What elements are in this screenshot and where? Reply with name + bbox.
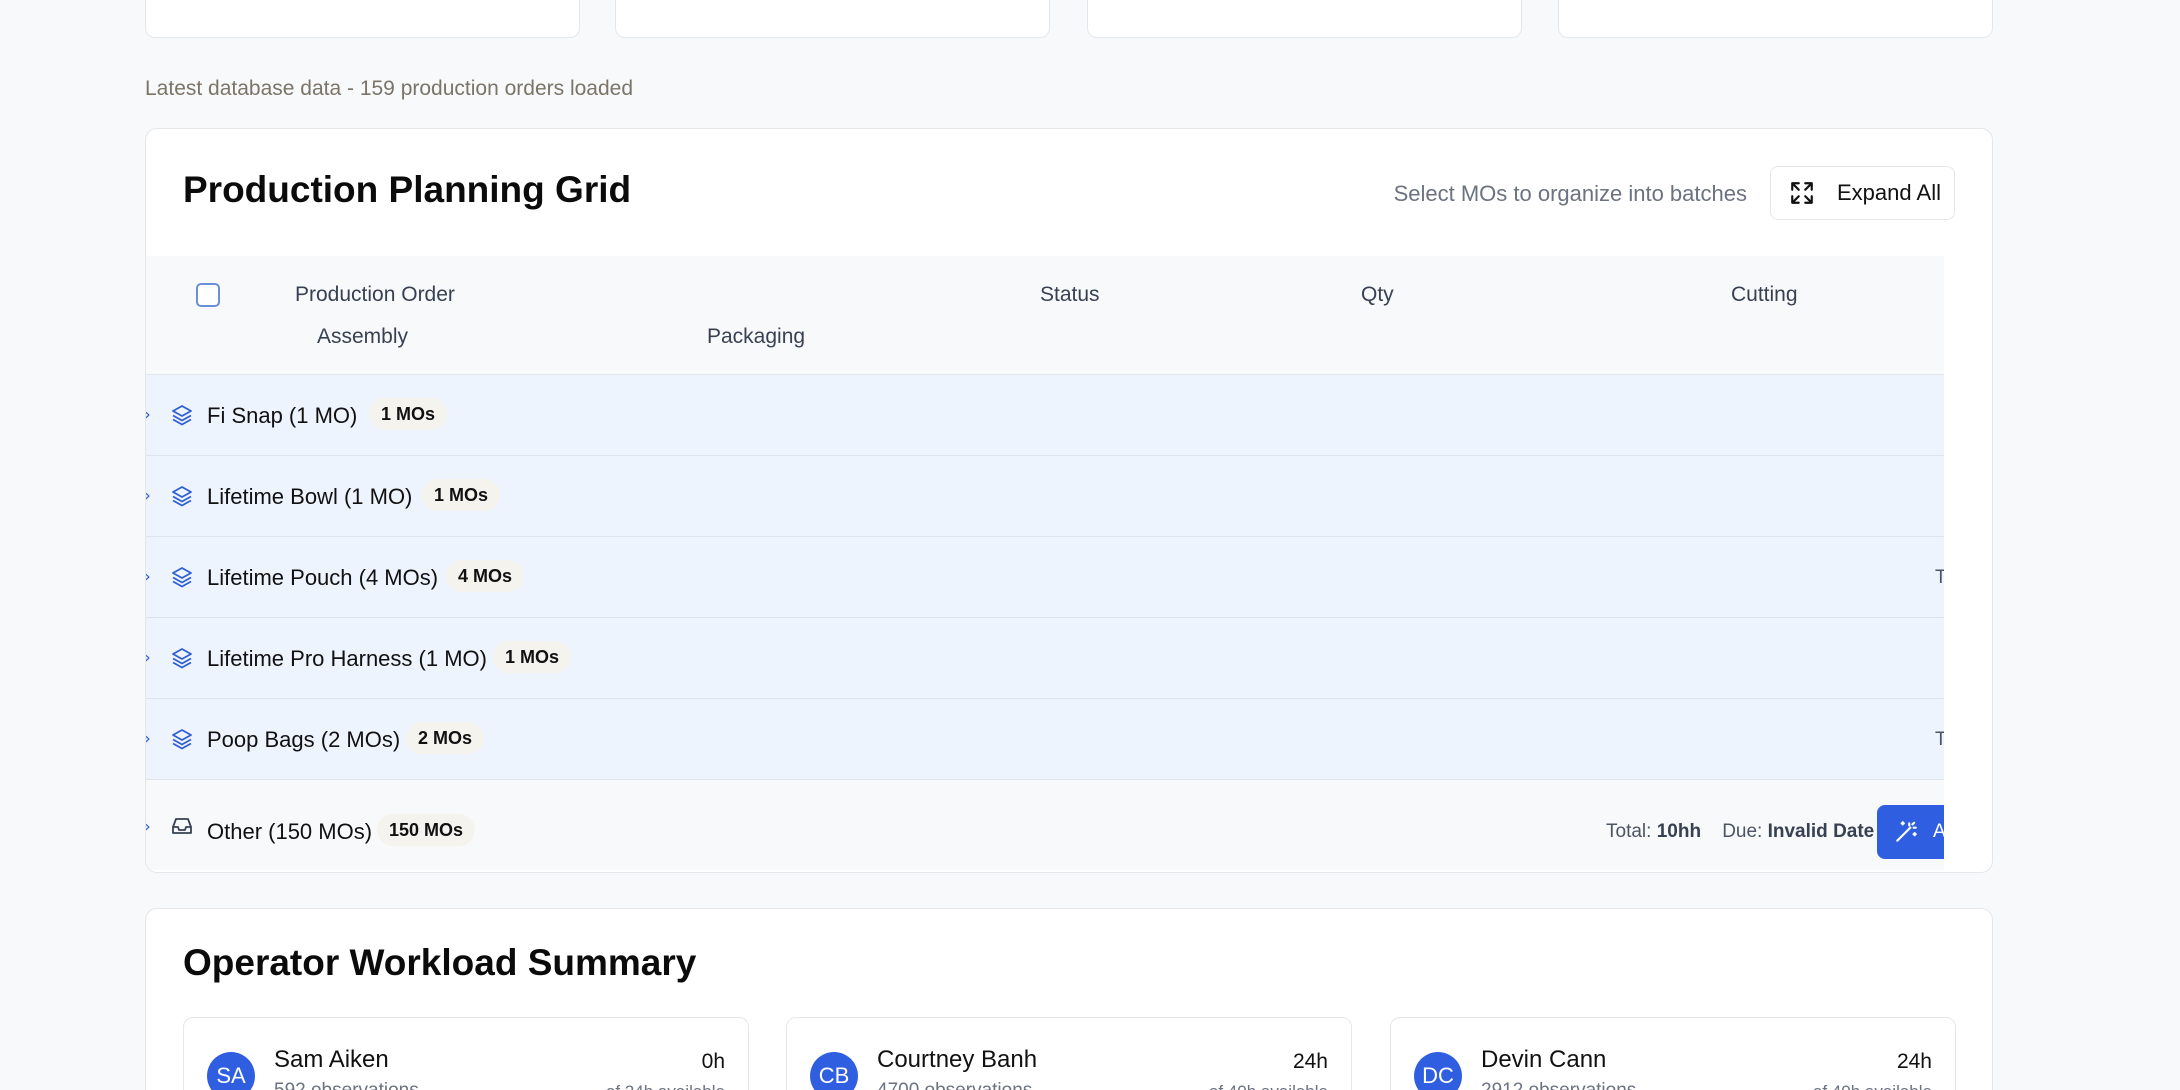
table-header: Production Order Status Qty Cutting Asse… [146, 256, 1944, 375]
group-row-lifetime-pouch[interactable]: › Lifetime Pouch (4 MOs) 4 MOs T [146, 537, 1944, 618]
auto-batch-button[interactable]: A [1877, 805, 1944, 859]
mo-count-badge: 2 MOs [406, 722, 485, 754]
production-planning-grid: Production Planning Grid Select MOs to o… [145, 128, 1993, 873]
chevron-right-icon[interactable]: › [146, 817, 151, 837]
group-name: Lifetime Bowl (1 MO) [207, 484, 413, 509]
operator-hours: 24h [1896, 1050, 1932, 1073]
group-row-lifetime-pro-harness[interactable]: › Lifetime Pro Harness (1 MO) 1 MOs [146, 618, 1944, 699]
chevron-right-icon[interactable]: › [146, 648, 151, 668]
magic-wand-icon [1896, 821, 1917, 842]
group-name: Other (150 MOs) [207, 819, 373, 844]
col-assembly[interactable]: Assembly [317, 325, 408, 349]
operator-availability: of 40h available [1209, 1082, 1328, 1090]
col-packaging[interactable]: Packaging [707, 325, 805, 349]
chevron-right-icon[interactable]: › [146, 729, 151, 749]
chevron-right-icon[interactable]: › [146, 567, 151, 587]
operator-observations: 2912 observations [1481, 1080, 1636, 1090]
summary-card-2 [615, 0, 1050, 38]
col-qty[interactable]: Qty [1361, 283, 1394, 307]
operator-hours: 0h [701, 1050, 725, 1073]
col-production-order[interactable]: Production Order [295, 283, 455, 307]
operator-name: Devin Cann [1481, 1046, 1607, 1073]
data-status-message: Latest database data - 159 production or… [145, 77, 634, 100]
group-name: Lifetime Pro Harness (1 MO) [207, 646, 487, 671]
mo-count-badge: 1 MOs [369, 398, 448, 430]
layers-icon [172, 729, 192, 750]
expand-icon [1791, 182, 1813, 204]
avatar: CB [810, 1052, 858, 1090]
grid-title: Production Planning Grid [183, 169, 632, 210]
operator-workload-summary: Operator Workload Summary SA Sam Aiken 5… [145, 908, 1993, 1090]
group-name: Lifetime Pouch (4 MOs) [207, 565, 439, 590]
col-status[interactable]: Status [1040, 283, 1100, 307]
total-value: 10hh [1656, 821, 1702, 842]
chevron-right-icon[interactable]: › [146, 486, 151, 506]
mo-count-badge: 4 MOs [446, 560, 525, 592]
group-total-truncated: T [1935, 567, 1944, 589]
layers-icon [172, 648, 192, 669]
mo-count-badge: 1 MOs [493, 641, 572, 673]
total-label: Total: [1606, 821, 1652, 842]
operator-card[interactable]: SA Sam Aiken 592 observations 0h of 24h … [183, 1017, 749, 1090]
group-row-lifetime-bowl[interactable]: › Lifetime Bowl (1 MO) 1 MOs [146, 456, 1944, 537]
mo-count-badge: 150 MOs [377, 814, 476, 846]
group-total-truncated: T [1935, 729, 1944, 751]
operator-name: Courtney Banh [877, 1046, 1038, 1073]
operator-observations: 4700 observations [877, 1080, 1032, 1090]
layers-icon [172, 405, 192, 426]
avatar: DC [1414, 1052, 1462, 1090]
operator-observations: 592 observations [274, 1080, 419, 1090]
operator-availability: of 40h available [1813, 1082, 1932, 1090]
group-row-fi-snap[interactable]: › Fi Snap (1 MO) 1 MOs [146, 375, 1944, 456]
inbox-icon [172, 818, 192, 834]
expand-all-button[interactable]: Expand All [1770, 166, 1955, 220]
group-row-poop-bags[interactable]: › Poop Bags (2 MOs) 2 MOs T [146, 699, 1944, 780]
layers-icon [172, 486, 192, 507]
expand-all-label: Expand All [1837, 180, 1941, 205]
grid-table: Production Order Status Qty Cutting Asse… [146, 256, 1944, 872]
operator-hours: 24h [1292, 1050, 1328, 1073]
chevron-right-icon[interactable]: › [146, 405, 151, 425]
select-all-checkbox[interactable] [196, 283, 220, 307]
col-cutting[interactable]: Cutting [1731, 283, 1798, 307]
operator-availability: of 24h available [606, 1082, 725, 1090]
layers-icon [172, 567, 192, 588]
other-group-summary: Total: 10hh Due: Invalid Date [1606, 821, 1874, 843]
group-name: Fi Snap (1 MO) [207, 403, 358, 428]
group-row-other[interactable]: › Other (150 MOs) 150 MOs Total: 10hh Du… [146, 780, 1944, 870]
summary-card-3 [1087, 0, 1522, 38]
mo-count-badge: 1 MOs [422, 479, 501, 511]
operator-name: Sam Aiken [274, 1046, 389, 1073]
summary-card-4 [1558, 0, 1993, 38]
avatar: SA [207, 1052, 255, 1090]
operator-card[interactable]: CB Courtney Banh 4700 observations 24h o… [786, 1017, 1352, 1090]
group-name: Poop Bags (2 MOs) [207, 727, 401, 752]
operator-summary-title: Operator Workload Summary [183, 942, 697, 983]
summary-card-1 [145, 0, 580, 38]
due-value: Invalid Date [1767, 821, 1875, 842]
auto-batch-label: A [1933, 821, 1944, 843]
grid-hint: Select MOs to organize into batches [1393, 181, 1747, 206]
due-label: Due: [1722, 821, 1763, 842]
operator-card[interactable]: DC Devin Cann 2912 observations 24h of 4… [1390, 1017, 1956, 1090]
